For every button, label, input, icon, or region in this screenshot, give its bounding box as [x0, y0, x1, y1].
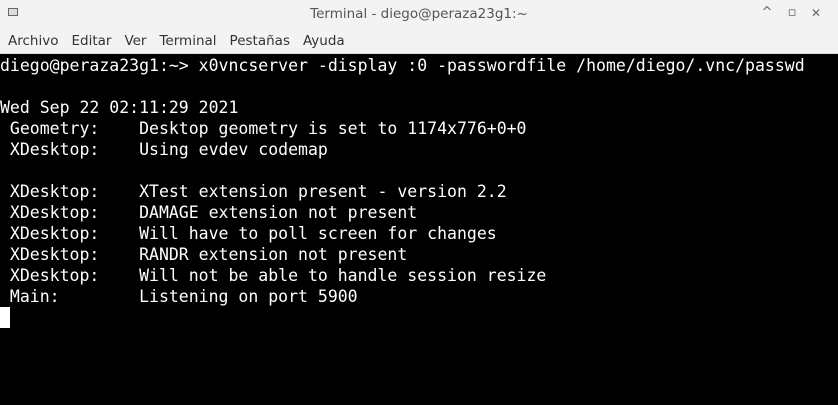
menu-ver[interactable]: Ver — [118, 30, 152, 52]
menu-archivo[interactable]: Archivo — [2, 30, 64, 52]
maximize-button[interactable]: ▫ — [785, 5, 799, 21]
terminal-output[interactable]: diego@peraza23g1:~> x0vncserver -display… — [0, 54, 838, 405]
terminal-line: Main: Listening on port 5900 — [0, 287, 358, 306]
terminal-line: Wed Sep 22 02:11:29 2021 — [0, 98, 239, 117]
terminal-window: Terminal - diego@peraza23g1:~ ^ ▫ ✕ Arch… — [0, 0, 838, 405]
menu-pestanas[interactable]: Pestañas — [224, 30, 296, 52]
title-bar[interactable]: Terminal - diego@peraza23g1:~ ^ ▫ ✕ — [0, 0, 838, 29]
text-cursor — [0, 307, 10, 328]
close-button[interactable]: ✕ — [809, 5, 823, 21]
scrollbar[interactable] — [834, 54, 838, 405]
menu-editar[interactable]: Editar — [65, 30, 117, 52]
terminal-line: XDesktop: Will have to poll screen for c… — [0, 224, 497, 243]
menu-ayuda[interactable]: Ayuda — [297, 30, 351, 52]
terminal-line: XDesktop: Using evdev codemap — [0, 140, 328, 159]
window-title: Terminal - diego@peraza23g1:~ — [310, 6, 528, 22]
terminal-line: diego@peraza23g1:~> x0vncserver -display… — [0, 56, 805, 75]
terminal-line: XDesktop: DAMAGE extension not present — [0, 203, 418, 222]
menu-terminal[interactable]: Terminal — [153, 30, 222, 52]
terminal-line: XDesktop: Will not be able to handle ses… — [0, 266, 547, 285]
minimize-button[interactable]: ^ — [760, 5, 774, 21]
terminal-line: XDesktop: RANDR extension not present — [0, 245, 408, 264]
terminal-line: Geometry: Desktop geometry is set to 117… — [0, 119, 527, 138]
menu-bar: Archivo Editar Ver Terminal Pestañas Ayu… — [0, 29, 838, 54]
terminal-line: XDesktop: XTest extension present - vers… — [0, 182, 507, 201]
